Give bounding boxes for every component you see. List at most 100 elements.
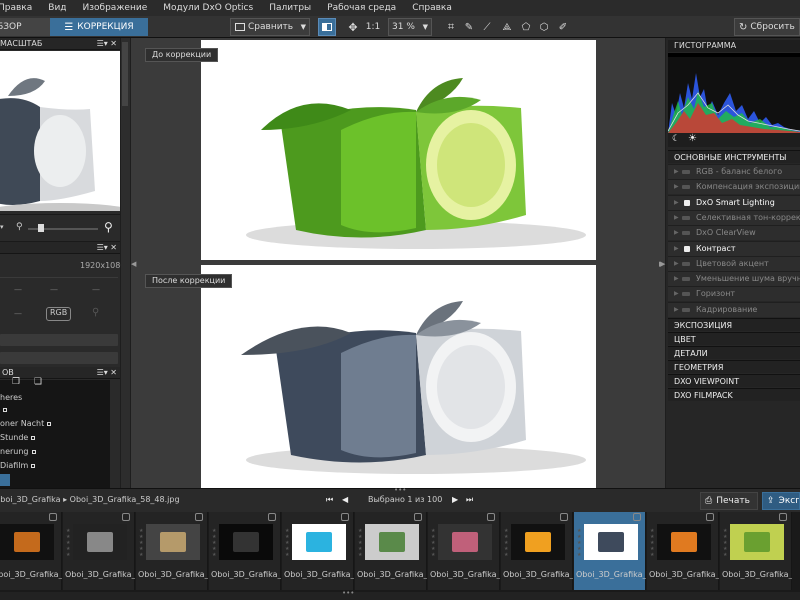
white-balance-picker-button[interactable]: ✎	[462, 18, 476, 36]
image-viewer[interactable]: ◀ ▶ До коррекции После коррекции	[131, 38, 665, 488]
menu-optics-modules[interactable]: Модули DxO Optics	[155, 3, 261, 13]
tag-icon[interactable]	[779, 513, 787, 521]
rating-stars[interactable]: ★ ★ ★ ★ ★	[212, 528, 217, 558]
prev-image-icon[interactable]: ◀	[342, 495, 348, 504]
section-main-tools[interactable]: ОСНОВНЫЕ ИНСТРУМЕНТЫ	[668, 150, 800, 163]
filmstrip-thumbnail[interactable]: ★★★★★Oboi_3D_Grafika_5...	[0, 512, 62, 590]
horizon-tool-button[interactable]: ⟋	[480, 18, 494, 36]
presets-list[interactable]: ❐ ❏ heres oner Nacht Stunde nerung Diafi…	[0, 377, 110, 496]
filmstrip-thumbnail[interactable]: ★★★★★Oboi_3D_Grafika_5...	[501, 512, 573, 590]
section-viewpoint[interactable]: DXO VIEWPOINT	[668, 374, 800, 387]
tag-icon[interactable]	[633, 513, 641, 521]
tab-review[interactable]: ОБЗОР	[0, 18, 50, 36]
preset-item[interactable]	[0, 404, 7, 416]
tool-row[interactable]: ▶ Контраст	[668, 240, 800, 256]
tool-row[interactable]: ▶ DxO Smart Lighting	[668, 194, 800, 210]
rating-stars[interactable]: ★ ★ ★ ★ ★	[431, 528, 436, 558]
last-image-icon[interactable]: ⏭	[466, 495, 473, 505]
rating-stars[interactable]: ★ ★ ★ ★ ★	[577, 528, 582, 558]
perspective-rect-tool-button[interactable]: ⬠	[518, 18, 534, 36]
rating-stars[interactable]: ★ ★ ★ ★ ★	[66, 528, 71, 558]
zoom-slider-handle[interactable]	[38, 224, 44, 232]
left-panel-scrollbar[interactable]	[121, 38, 130, 488]
tool-toggle[interactable]	[682, 215, 690, 220]
tool-row[interactable]: ▶ Компенсация экспозиции	[668, 179, 800, 195]
filmstrip-thumbnail[interactable]: ★★★★★Oboi_3D_Grafika_5...	[209, 512, 281, 590]
expand-arrow-icon[interactable]: ▶	[674, 272, 679, 286]
reset-button[interactable]: ↻ Сбросить	[734, 18, 800, 36]
sun-icon[interactable]: ☀	[688, 133, 697, 144]
preset-item[interactable]: Stunde	[0, 432, 36, 444]
filmstrip-thumbnail[interactable]: ★★★★★Oboi_3D_Grafika_5...	[355, 512, 427, 590]
tool-toggle[interactable]	[682, 292, 690, 297]
first-image-icon[interactable]: ⏮	[326, 495, 333, 505]
preset-item[interactable]: heres	[0, 392, 22, 404]
section-color[interactable]: ЦВЕТ	[668, 332, 800, 345]
filmstrip-resize-grip[interactable]: •••	[0, 589, 800, 600]
tag-icon[interactable]	[487, 513, 495, 521]
section-details[interactable]: ДЕТАЛИ	[668, 346, 800, 359]
expand-arrow-icon[interactable]: ▶	[674, 211, 679, 225]
panel-controls[interactable]: ☰▾ ✕	[97, 38, 117, 50]
menu-edit[interactable]: Правка	[0, 3, 40, 13]
tool-row[interactable]: ▶ RGB - баланс белого	[668, 164, 800, 179]
tag-icon[interactable]	[195, 513, 203, 521]
rating-stars[interactable]: ★ ★ ★ ★ ★	[504, 528, 509, 558]
menu-help[interactable]: Справка	[404, 3, 460, 13]
filmstrip-thumbnail[interactable]: ★★★★★Oboi_3D_Grafika_5...	[574, 512, 646, 590]
menu-image[interactable]: Изображение	[75, 3, 156, 13]
section-geometry[interactable]: ГЕОМЕТРИЯ	[668, 360, 800, 373]
new-folder-icon[interactable]: ❏	[34, 377, 42, 387]
tool-toggle[interactable]	[682, 277, 690, 282]
expand-arrow-icon[interactable]: ▶	[674, 180, 679, 194]
before-image-pane[interactable]	[201, 40, 596, 260]
tool-toggle[interactable]	[682, 261, 690, 266]
after-image-pane[interactable]	[201, 265, 596, 488]
compare-button[interactable]: Сравнить ▼	[230, 18, 310, 36]
tool-toggle[interactable]	[684, 199, 690, 206]
next-image-icon[interactable]: ▶	[452, 495, 458, 504]
tool-row[interactable]: ▶ Горизонт	[668, 286, 800, 302]
tab-correction[interactable]: ☰ КОРРЕКЦИЯ	[50, 18, 148, 36]
expand-arrow-icon[interactable]: ▶	[674, 165, 679, 179]
preset-item[interactable]: nerung	[0, 446, 36, 458]
chevron-down-icon[interactable]: ▼	[301, 23, 309, 31]
tool-row[interactable]: ▶ DxO ClearView	[668, 225, 800, 241]
tag-icon[interactable]	[49, 513, 57, 521]
expand-arrow-icon[interactable]: ▶	[674, 257, 679, 271]
expand-arrow-icon[interactable]: ▶	[674, 196, 679, 210]
rating-stars[interactable]: ★ ★ ★ ★ ★	[358, 528, 363, 558]
grip-handle[interactable]: •••	[394, 486, 406, 494]
navigator-preview[interactable]	[0, 51, 120, 211]
section-filmpack[interactable]: DXO FILMPACK	[668, 388, 800, 401]
filmstrip-thumbnail[interactable]: ★★★★★Oboi_3D_Grafika_5...	[136, 512, 208, 590]
perspective-tool-button[interactable]: ⟁	[498, 18, 516, 36]
menu-view[interactable]: Вид	[40, 3, 74, 13]
menu-workspace[interactable]: Рабочая среда	[319, 3, 404, 13]
filmstrip-thumbnail[interactable]: ★★★★★Oboi_3D_Grafika_5...	[428, 512, 500, 590]
rating-stars[interactable]: ★ ★ ★ ★ ★	[650, 528, 655, 558]
crop-tool-button[interactable]: ⌗	[444, 18, 458, 36]
expand-arrow-icon[interactable]: ▶	[674, 226, 679, 240]
tool-row[interactable]: ▶ Селективная тон-коррекция	[668, 209, 800, 225]
zoom-out-icon[interactable]: ⚲	[16, 222, 23, 232]
tool-toggle[interactable]	[682, 307, 690, 312]
rating-stars[interactable]: ★ ★ ★ ★ ★	[139, 528, 144, 558]
grip-handle[interactable]: •••	[342, 589, 354, 597]
panel-controls[interactable]: ☰▾ ✕	[97, 242, 117, 254]
new-preset-icon[interactable]: ❐	[12, 377, 20, 387]
filmstrip-thumbnail[interactable]: ★★★★★Oboi_3D_Grafika_5...	[63, 512, 135, 590]
zoom-100-button[interactable]: 1:1	[364, 18, 382, 36]
tool-toggle[interactable]	[684, 245, 690, 252]
repair-brush-button[interactable]: ✐	[556, 18, 570, 36]
preset-item[interactable]: oner Nacht	[0, 418, 52, 430]
tag-icon[interactable]	[122, 513, 130, 521]
filmstrip-thumbnail[interactable]: ★★★★★Oboi_3D_Grafika_5...	[282, 512, 354, 590]
tool-toggle[interactable]	[682, 185, 690, 190]
collapse-right-panel-icon[interactable]: ▶	[660, 260, 665, 268]
tag-icon[interactable]	[560, 513, 568, 521]
preset-item[interactable]: Diafilm	[0, 460, 36, 472]
tag-icon[interactable]	[268, 513, 276, 521]
zoom-select[interactable]: 31 % ▼	[388, 18, 432, 36]
panel-controls[interactable]: ☰▾ ✕	[97, 367, 117, 379]
